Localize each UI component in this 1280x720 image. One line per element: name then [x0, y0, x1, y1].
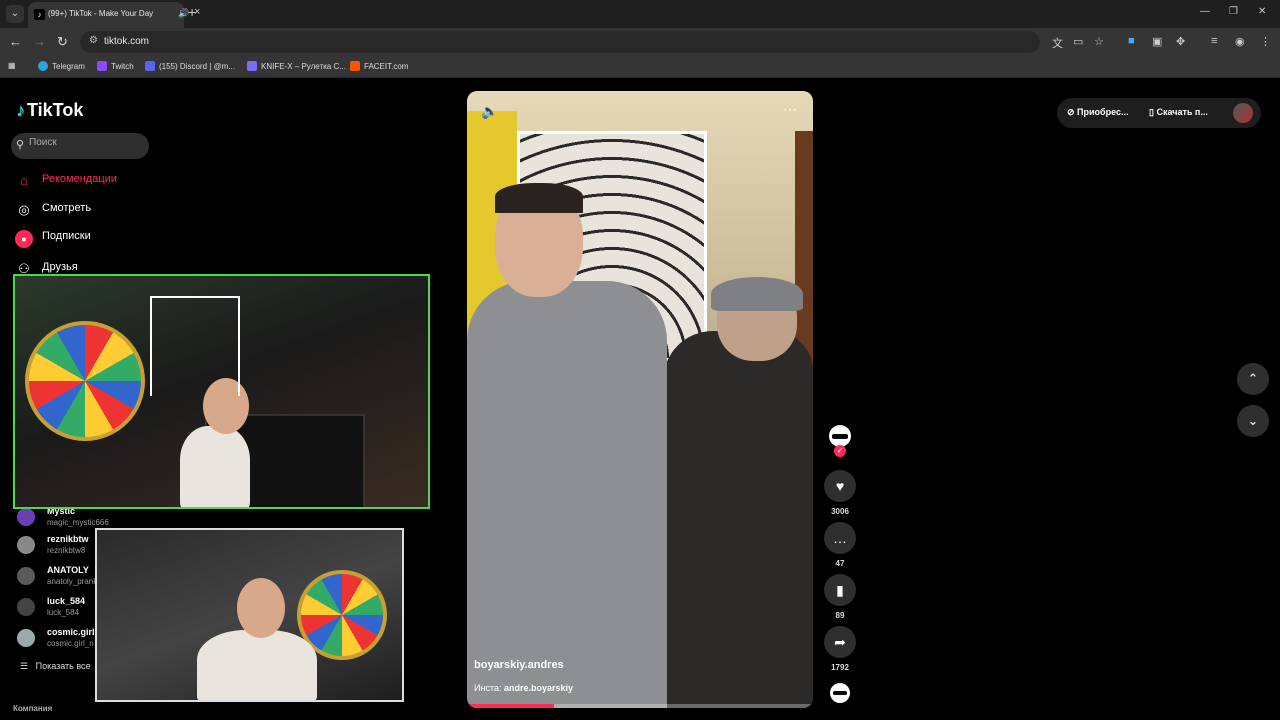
avatar: [17, 567, 35, 585]
share-button[interactable]: ➦ 1792: [824, 626, 856, 672]
heart-icon: ♥: [824, 470, 856, 502]
creator-avatar[interactable]: [829, 425, 851, 447]
extensions-puzzle-icon[interactable]: ✥: [1176, 35, 1185, 48]
back-icon[interactable]: ←: [9, 34, 22, 49]
reload-icon[interactable]: ↻: [57, 34, 68, 50]
description-link[interactable]: andre.boyarskiy: [504, 683, 573, 693]
like-count: 3006: [831, 507, 849, 516]
bookmark-knifex[interactable]: KNIFE-X – Рулетка С...: [247, 61, 346, 71]
address-bar[interactable]: ⚙ tiktok.com: [80, 31, 1040, 53]
video-progress-bar[interactable]: [467, 704, 813, 708]
tab-title: (99+) TikTok - Make Your Day: [48, 9, 154, 18]
bookmark-twitch[interactable]: Twitch: [97, 61, 134, 71]
restore-icon[interactable]: ❐: [1229, 6, 1238, 17]
scene-hair: [495, 183, 583, 213]
video-progress-fill: [467, 704, 554, 708]
avatar: [17, 598, 35, 616]
prize-wheel: [25, 321, 145, 441]
music-disc-icon[interactable]: [830, 683, 850, 703]
minimize-icon[interactable]: —: [1200, 6, 1210, 17]
profile-icon[interactable]: ◉: [1235, 35, 1245, 48]
tab-search-button[interactable]: ⌄: [6, 5, 24, 23]
close-window-icon[interactable]: ✕: [1258, 6, 1266, 17]
show-more-button[interactable]: ☰ Показать все: [20, 661, 91, 672]
comment-count: 47: [835, 559, 845, 568]
browser-toolbar: ← → ↻ ⚙ tiktok.com 文 ▭ ☆ ■ ▣ ✥ ≡ ◉ ⋮: [0, 28, 1280, 56]
save-button[interactable]: ▮ 89: [824, 574, 856, 620]
video-player[interactable]: 🔈 ⋯ boyarskiy.andres Инста: andre.boyars…: [467, 91, 813, 708]
compass-icon: ◎: [18, 202, 30, 217]
bookmark-star-icon[interactable]: ☆: [1094, 35, 1104, 48]
new-tab-button[interactable]: +: [188, 4, 196, 20]
search-box[interactable]: ⚲: [11, 133, 149, 159]
follow-check-icon[interactable]: ✓: [834, 445, 846, 457]
forward-icon[interactable]: →: [33, 34, 46, 49]
video-author[interactable]: boyarskiy.andres: [474, 659, 564, 671]
menu-kebab-icon[interactable]: ⋮: [1260, 35, 1271, 48]
site-info-icon[interactable]: ⚙: [89, 35, 98, 46]
avatar: [17, 508, 35, 526]
bookmark-faceit[interactable]: FACEIT.com: [350, 61, 408, 71]
cast-icon[interactable]: ▭: [1073, 35, 1083, 48]
browser-tab[interactable]: ♪ (99+) TikTok - Make Your Day 🔊 ×: [28, 2, 200, 28]
extension-icon[interactable]: ▣: [1152, 35, 1162, 48]
stream-camera-overlay: [13, 274, 430, 509]
save-count: 89: [835, 611, 845, 620]
more-options-icon[interactable]: ⋯: [783, 101, 797, 118]
shelf: [150, 296, 240, 396]
get-coins-button[interactable]: ⊘ Приобрес...: [1067, 107, 1129, 118]
bookmark-telegram[interactable]: Telegram: [38, 61, 85, 71]
streamer: [197, 630, 317, 700]
scene-cap: [711, 277, 803, 311]
next-video-button[interactable]: ⌄: [1237, 405, 1269, 437]
scene-person-right: [663, 331, 813, 708]
download-app-button[interactable]: ▯ Скачать п...: [1149, 107, 1208, 118]
list-icon: ☰: [20, 661, 29, 671]
apps-grid-icon[interactable]: ▦: [8, 61, 16, 70]
comment-icon: …: [824, 522, 856, 554]
tiktok-note-icon: ♪: [16, 100, 25, 120]
avatar: [17, 629, 35, 647]
nav-following[interactable]: ● Подписки: [15, 230, 91, 250]
share-icon: ➦: [824, 626, 856, 658]
video-description: Инста: andre.boyarskiy: [474, 683, 574, 693]
avatar: [17, 536, 35, 554]
chevron-up-icon: ⌃: [1247, 371, 1259, 386]
bookmark-discord[interactable]: (155) Discord | @m...: [145, 61, 235, 71]
streamer-head: [237, 578, 285, 638]
profile-avatar[interactable]: [1233, 103, 1253, 123]
following-icon: ●: [15, 230, 33, 248]
media-control-icon[interactable]: ≡: [1211, 35, 1217, 47]
browser-tab-strip: ⌄ ♪ (99+) TikTok - Make Your Day 🔊 × + —…: [0, 0, 1280, 28]
header-actions: ⊘ Приобрес... ▯ Скачать п...: [1057, 98, 1261, 128]
bookmarks-bar: ▦ Telegram Twitch (155) Discord | @m... …: [0, 56, 1280, 78]
share-count: 1792: [831, 663, 849, 672]
translate-icon[interactable]: 文: [1052, 35, 1063, 51]
streamer: [180, 426, 250, 507]
search-icon: ⚲: [16, 139, 25, 151]
home-icon: ⌂: [20, 173, 28, 188]
extension-icon[interactable]: ■: [1128, 35, 1135, 47]
nav-foryou[interactable]: ⌂ Рекомендации: [15, 172, 117, 192]
chevron-down-icon: ⌄: [1247, 413, 1259, 428]
tiktok-favicon-icon: ♪: [34, 9, 45, 20]
bookmark-icon: ▮: [824, 574, 856, 606]
scene-person-left: [467, 281, 667, 708]
like-button[interactable]: ♥ 3006: [824, 470, 856, 516]
footer-company-link[interactable]: Компания: [13, 704, 52, 713]
stream-camera-overlay-secondary: [95, 528, 404, 702]
search-input[interactable]: [29, 137, 139, 148]
volume-icon[interactable]: 🔈: [481, 103, 498, 120]
url-text: tiktok.com: [104, 36, 150, 47]
previous-video-button[interactable]: ⌃: [1237, 363, 1269, 395]
tiktok-page: ♪TikTok ⚲ ⌂Рекомендации ◎Смотреть ●Подпи…: [0, 80, 1280, 720]
comment-button[interactable]: … 47: [824, 522, 856, 568]
tiktok-logo[interactable]: ♪ TikTok: [16, 100, 83, 121]
nav-explore[interactable]: ◎ Смотреть: [15, 201, 91, 221]
